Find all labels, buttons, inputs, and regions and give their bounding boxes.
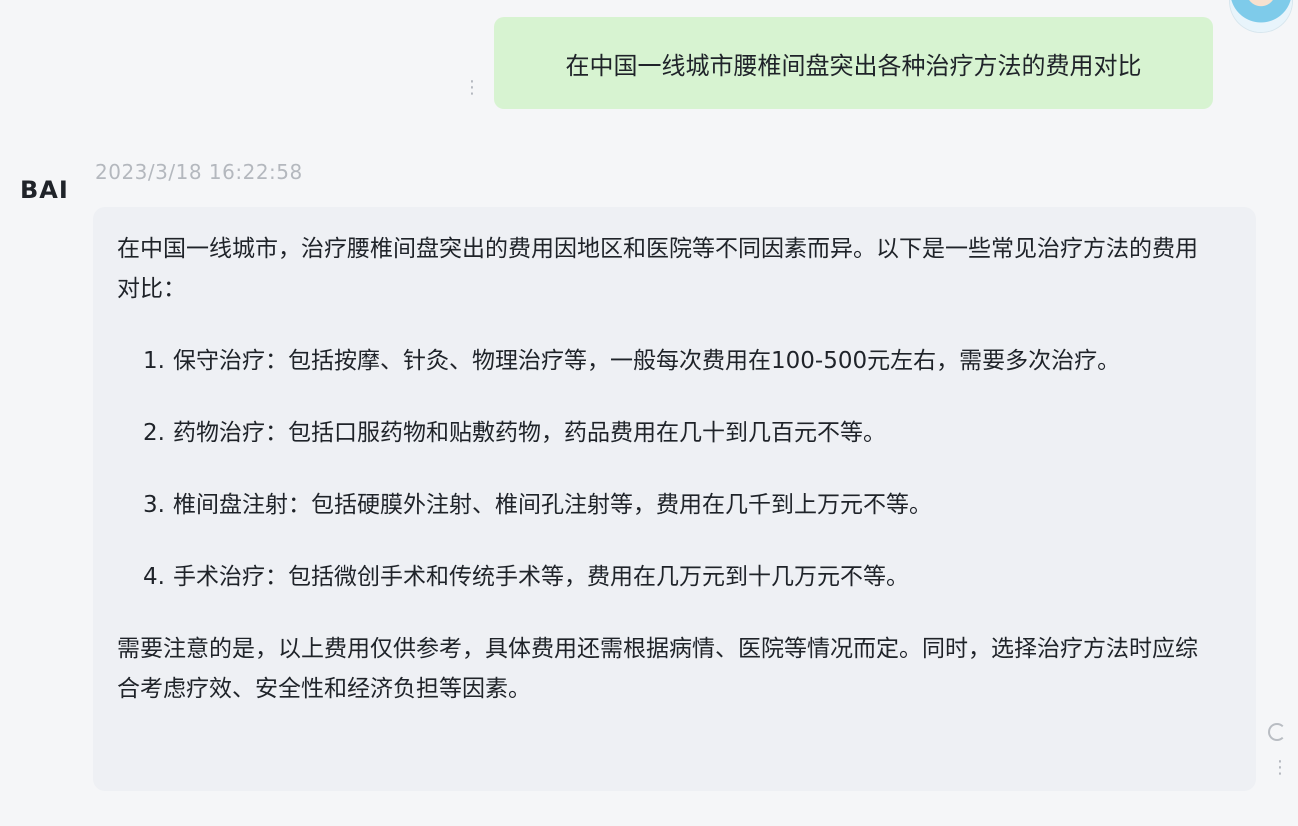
more-options-icon[interactable]: ⋮ (462, 79, 482, 108)
list-item-number: 3. (143, 492, 165, 518)
bot-intro-text: 在中国一线城市，治疗腰椎间盘突出的费用因地区和医院等不同因素而异。以下是一些常见… (117, 236, 1198, 302)
list-item-text: 药物治疗：包括口服药物和贴敷药物，药品费用在几十到几百元不等。 (173, 420, 886, 446)
more-options-icon[interactable]: ⋮ (1270, 759, 1290, 788)
bot-note-text: 需要注意的是，以上费用仅供参考，具体费用还需根据病情、医院等情况而定。同时，选择… (117, 636, 1198, 702)
list-item-text: 保守治疗：包括按摩、针灸、物理治疗等，一般每次费用在100-500元左右，需要多… (173, 348, 1121, 374)
user-message-text: 在中国一线城市腰椎间盘突出各种治疗方法的费用对比 (565, 51, 1142, 80)
message-timestamp: 2023/3/18 16:22:58 (95, 160, 303, 184)
list-item: 2. 药物治疗：包括口服药物和贴敷药物，药品费用在几十到几百元不等。 (117, 413, 1243, 453)
list-item: 3. 椎间盘注射：包括硬膜外注射、椎间孔注射等，费用在几千到上万元不等。 (117, 485, 1243, 525)
bot-logo: BAI (20, 176, 69, 204)
refresh-icon[interactable] (1268, 723, 1286, 741)
user-avatar[interactable] (1230, 0, 1292, 32)
treatment-list: 1. 保守治疗：包括按摩、针灸、物理治疗等，一般每次费用在100-500元左右，… (117, 341, 1232, 597)
list-item-text: 手术治疗：包括微创手术和传统手术等，费用在几万元到十几万元不等。 (173, 564, 909, 590)
list-item: 4. 手术治疗：包括微创手术和传统手术等，费用在几万元到十几万元不等。 (117, 557, 1243, 597)
bot-message-bubble: 在中国一线城市，治疗腰椎间盘突出的费用因地区和医院等不同因素而异。以下是一些常见… (93, 207, 1256, 791)
list-item-number: 1. (143, 348, 165, 374)
list-item-number: 2. (143, 420, 165, 446)
list-item-number: 4. (143, 564, 165, 590)
user-message-bubble: 在中国一线城市腰椎间盘突出各种治疗方法的费用对比 (494, 17, 1213, 109)
list-item: 1. 保守治疗：包括按摩、针灸、物理治疗等，一般每次费用在100-500元左右，… (117, 341, 1243, 381)
list-item-text: 椎间盘注射：包括硬膜外注射、椎间孔注射等，费用在几千到上万元不等。 (173, 492, 932, 518)
